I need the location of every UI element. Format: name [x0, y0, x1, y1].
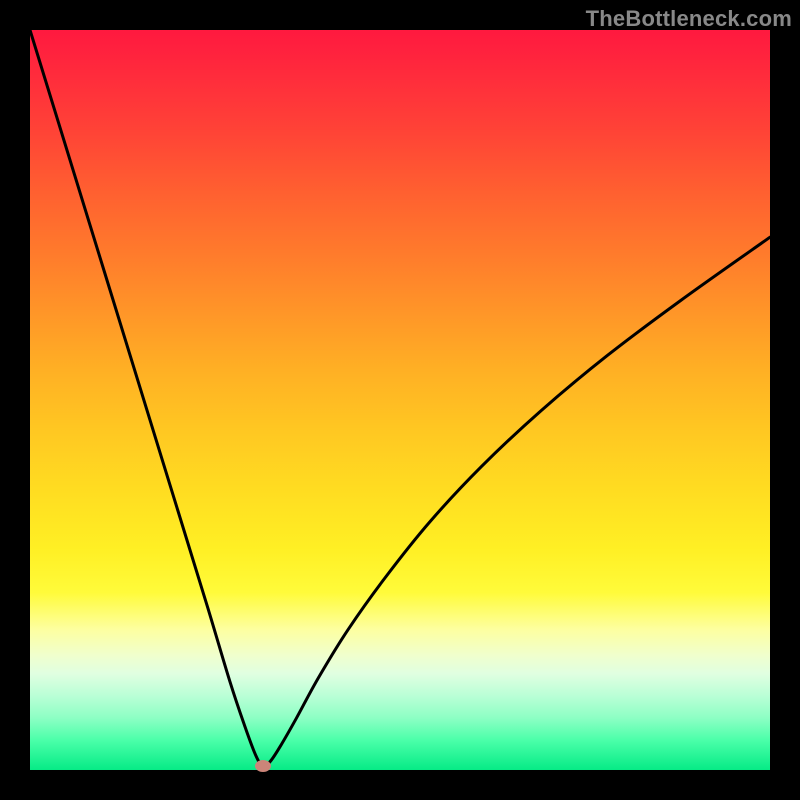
- bottleneck-curve: [30, 30, 770, 767]
- watermark-text: TheBottleneck.com: [586, 6, 792, 32]
- minimum-marker: [255, 760, 271, 772]
- chart-frame: TheBottleneck.com: [0, 0, 800, 800]
- plot-area: [30, 30, 770, 770]
- curve-svg: [30, 30, 770, 770]
